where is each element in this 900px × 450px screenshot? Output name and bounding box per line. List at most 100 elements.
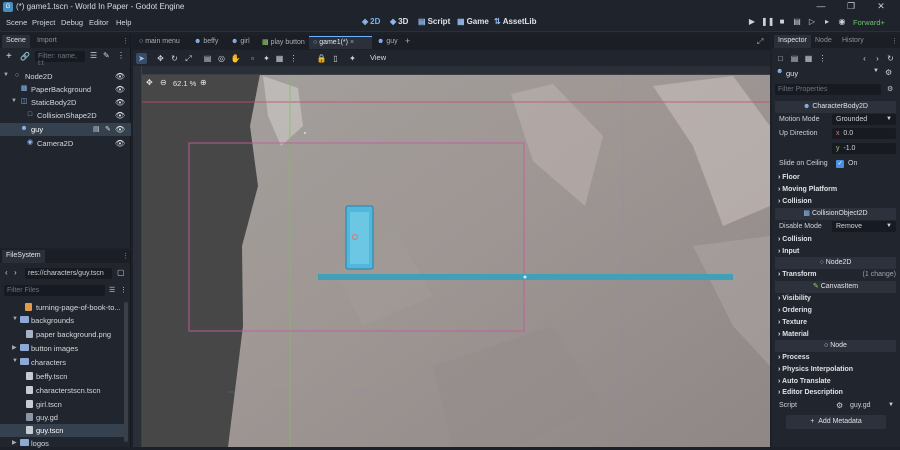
lock-icon[interactable]: 🔒	[316, 53, 327, 64]
smart-snap-icon[interactable]: ✦	[261, 53, 272, 64]
split-view-icon[interactable]: ▢	[117, 268, 125, 277]
new-resource-icon[interactable]: □	[775, 53, 786, 64]
menu-project[interactable]: Project	[32, 18, 55, 27]
script-value[interactable]: guy.gd	[850, 402, 871, 409]
zoom-level[interactable]: 62.1 %	[173, 79, 196, 88]
tab-main-menu[interactable]: ○ main menu	[135, 36, 185, 49]
ruler-vertical[interactable]	[133, 66, 142, 447]
tab-girl[interactable]: ☻ girl	[227, 36, 255, 49]
chevron-down-icon[interactable]: ▼	[12, 358, 18, 364]
chevron-down-icon[interactable]: ▼	[3, 72, 9, 78]
group-texture[interactable]: › Texture	[778, 317, 807, 329]
play-custom-icon[interactable]: ▸	[821, 17, 833, 29]
zoom-out-icon[interactable]: ⊖	[160, 78, 167, 87]
selected-node-bar[interactable]: ☻ guy ▼ ⚙	[772, 66, 900, 80]
node-tools-icon[interactable]: ⚙	[885, 68, 892, 77]
chevron-down-icon[interactable]: ▼	[873, 68, 879, 74]
group-visibility[interactable]: › Visibility	[778, 293, 811, 305]
workspace-game[interactable]: ▦ Game	[457, 17, 489, 26]
group-physics-interpolation[interactable]: › Physics Interpolation	[778, 364, 853, 376]
forward-icon[interactable]: ›	[14, 268, 17, 277]
tab-history[interactable]: History	[842, 37, 864, 44]
tree-row-node2d[interactable]: ▼ ○ Node2D 👁	[0, 70, 131, 83]
tree-row-camera2d[interactable]: ◉ Camera2D 👁	[0, 137, 131, 150]
play-icon[interactable]: ▶	[746, 17, 758, 29]
tab-guy[interactable]: ☻ guy	[373, 36, 401, 49]
stop-icon[interactable]: ■	[776, 17, 788, 29]
slide-checkbox[interactable]: ✓	[836, 160, 844, 168]
dock-menu-icon[interactable]: ⋮	[122, 37, 129, 45]
chevron-down-icon[interactable]: ▼	[12, 316, 18, 322]
visibility-eye-icon[interactable]: 👁	[115, 139, 125, 148]
workspace-script[interactable]: ▤ Script	[418, 17, 450, 26]
ruler-mode-icon[interactable]: ▫	[247, 53, 258, 64]
center-view-icon[interactable]: ✥	[146, 78, 153, 87]
add-node-icon[interactable]: +	[6, 51, 12, 62]
fs-item[interactable]: turning-page-of-book-to...	[0, 301, 124, 314]
group-editor-description[interactable]: › Editor Description	[778, 387, 843, 399]
minimize-icon[interactable]: —	[810, 0, 832, 14]
link-icon[interactable]: 🔗	[20, 52, 30, 61]
fs-item[interactable]: ▶ logos	[0, 437, 124, 450]
ruler-horizontal[interactable]	[133, 66, 770, 75]
close-tab-icon[interactable]: ×	[350, 39, 354, 46]
fs-item[interactable]: girl.tscn	[0, 398, 124, 411]
history-forward-icon[interactable]: ›	[872, 53, 883, 64]
extra-resource-icon[interactable]: ⋮	[817, 53, 828, 64]
pause-icon[interactable]: ❚❚	[761, 17, 774, 29]
tab-filesystem[interactable]: FileSystem	[2, 250, 45, 263]
tab-node[interactable]: Node	[815, 37, 832, 44]
group-collision-2[interactable]: › Collision	[778, 234, 812, 246]
inspector-options-icon[interactable]: ⚙	[887, 85, 893, 93]
distraction-free-icon[interactable]: ⤢	[757, 36, 767, 49]
visibility-eye-icon[interactable]: 👁	[115, 98, 125, 107]
object-history-icon[interactable]: ↻	[885, 53, 896, 64]
extra-menu-icon[interactable]: ⋮	[117, 51, 125, 60]
rotate-mode-icon[interactable]: ↻	[169, 53, 180, 64]
scene-filter-input[interactable]: Filter: name, t:t	[35, 51, 85, 67]
visibility-eye-icon[interactable]: 👁	[115, 111, 125, 120]
grid-snap-icon[interactable]: ▦	[274, 53, 285, 64]
group-moving-platform[interactable]: › Moving Platform	[778, 184, 837, 196]
snap-options-icon[interactable]: ⋮	[288, 53, 299, 64]
select-mode-icon[interactable]: ➤	[136, 53, 147, 64]
fs-scrollbar[interactable]	[124, 302, 128, 442]
chevron-down-icon[interactable]: ▼	[11, 98, 17, 104]
tab-inspector[interactable]: Inspector	[774, 35, 811, 48]
view-menu[interactable]: View	[370, 53, 386, 62]
fs-item[interactable]: ▶ button images	[0, 342, 124, 355]
load-resource-icon[interactable]: ▤	[789, 53, 800, 64]
fs-filter-input[interactable]: Filter Files	[4, 285, 105, 296]
fs-item-selected[interactable]: guy.tscn	[0, 424, 124, 437]
filter-options-icon[interactable]: ☰	[90, 51, 97, 60]
history-back-icon[interactable]: ‹	[859, 53, 870, 64]
scale-mode-icon[interactable]: ⤢	[183, 53, 194, 64]
fs-menu-icon[interactable]: ⋮	[120, 286, 127, 294]
up-direction-x-field[interactable]: x 0.0	[832, 128, 896, 139]
group-transform[interactable]: › Transform (1 change)	[778, 269, 896, 281]
disable-mode-select[interactable]: Remove ▼	[832, 221, 896, 232]
remote-debug-icon[interactable]: ▤	[791, 17, 803, 29]
menu-scene[interactable]: Scene	[6, 18, 27, 27]
save-resource-icon[interactable]: ▦	[803, 53, 814, 64]
chevron-right-icon[interactable]: ▶	[12, 344, 17, 351]
tab-game1[interactable]: ○ game1(*) ×	[309, 36, 372, 49]
skeleton-icon[interactable]: ✦	[347, 53, 358, 64]
pivot-mode-icon[interactable]: ◎	[216, 53, 227, 64]
tree-row-guy[interactable]: ☻ guy ▤ ✎ 👁	[0, 123, 131, 136]
close-icon[interactable]: ✕	[870, 0, 892, 14]
tab-import[interactable]: Import	[37, 37, 57, 44]
workspace-2d[interactable]: ◈ 2D	[362, 17, 380, 26]
group-collision[interactable]: › Collision	[778, 196, 812, 208]
fs-item[interactable]: ▼ backgrounds	[0, 314, 124, 327]
motion-mode-select[interactable]: Grounded ▼	[832, 114, 896, 125]
back-icon[interactable]: ‹	[5, 268, 8, 277]
tab-scene[interactable]: Scene	[2, 35, 30, 48]
open-scene-icon[interactable]: ▤	[93, 125, 100, 133]
movie-maker-icon[interactable]: ◉	[836, 17, 848, 29]
attach-script-icon[interactable]: ✎	[103, 51, 110, 60]
maximize-icon[interactable]: ❐	[840, 0, 862, 14]
path-field[interactable]: res://characters/guy.tscn	[25, 268, 112, 279]
workspace-assetlib[interactable]: ⇅ AssetLib	[494, 17, 537, 26]
pan-mode-icon[interactable]: ✋	[230, 53, 241, 64]
